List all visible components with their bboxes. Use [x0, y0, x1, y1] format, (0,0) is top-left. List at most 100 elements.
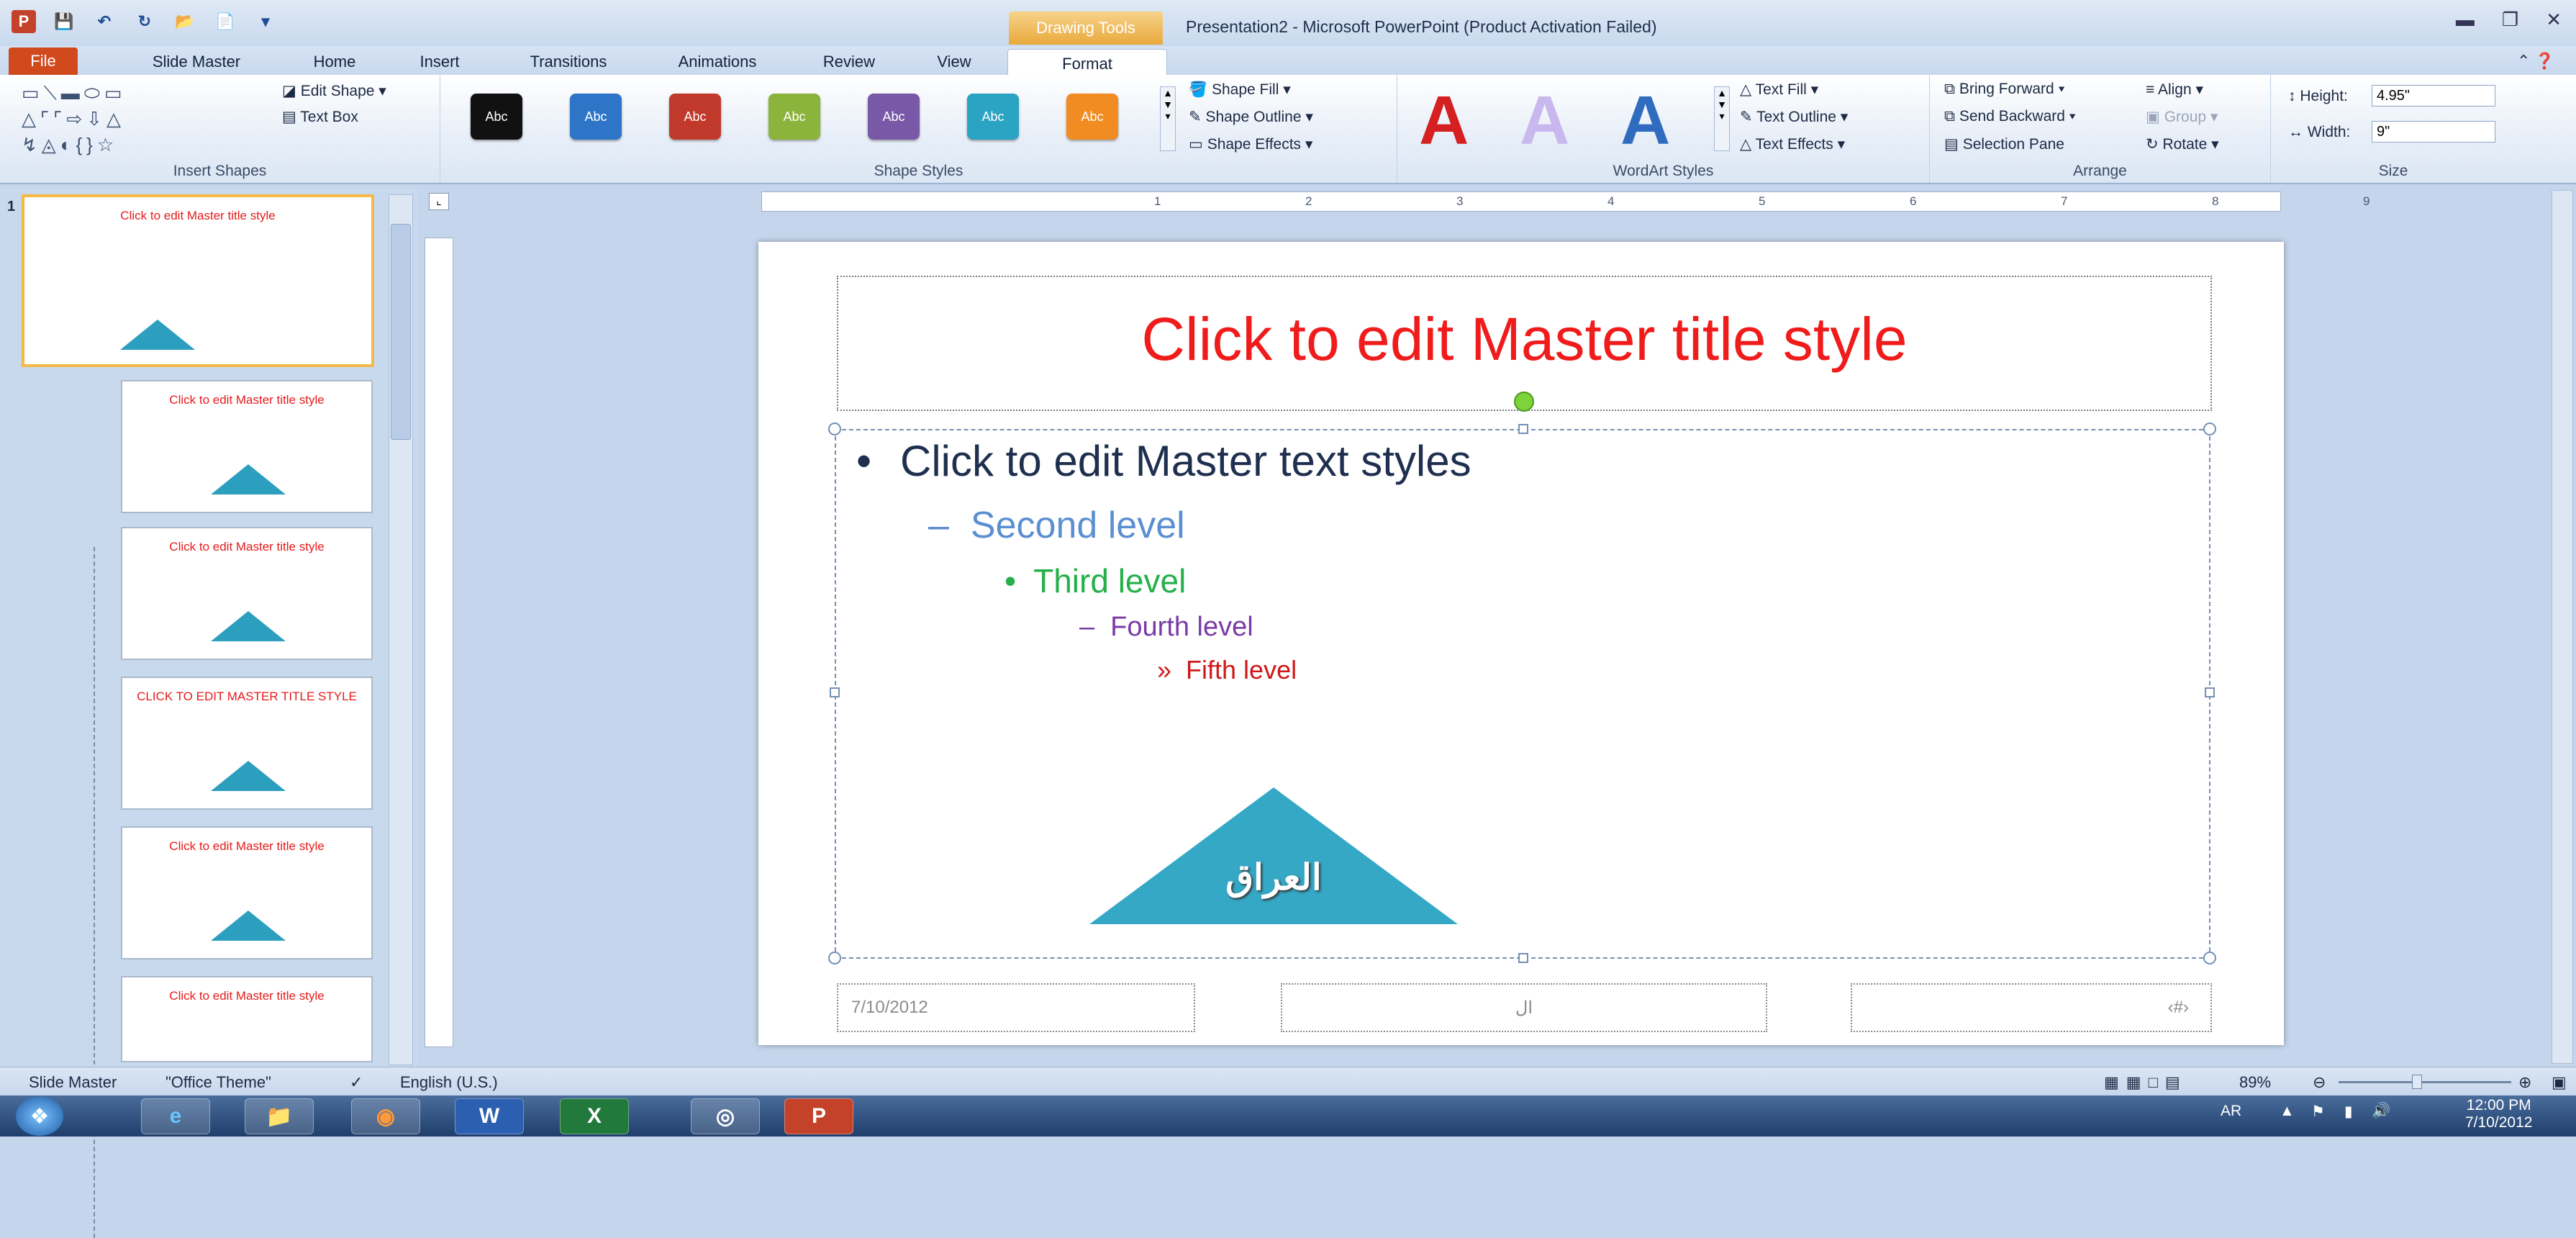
send-backward-button[interactable]: ⧉ Send Backward ▾: [1944, 108, 2076, 125]
wordart-style-sample[interactable]: A: [1520, 86, 1569, 155]
spell-check-icon[interactable]: ✓: [350, 1073, 363, 1092]
thumbnail-scroll-thumb[interactable]: [391, 224, 411, 440]
zoom-slider[interactable]: [2339, 1081, 2511, 1083]
tab-animations[interactable]: Animations: [656, 49, 779, 75]
excel-icon[interactable]: X: [560, 1098, 629, 1134]
slide-thumbnail[interactable]: Click to edit Master title style: [121, 527, 373, 660]
media-player-icon[interactable]: ◉: [351, 1098, 420, 1134]
selection-pane-button[interactable]: ▤ Selection Pane: [1944, 135, 2064, 153]
resize-handle-bottom[interactable]: [1518, 953, 1528, 963]
open-folder-icon[interactable]: 📂: [173, 10, 197, 33]
word-icon[interactable]: W: [455, 1098, 524, 1134]
height-input[interactable]: 4.95": [2372, 85, 2495, 107]
shape-style-swatch[interactable]: Abc: [967, 94, 1019, 140]
tab-review[interactable]: Review: [806, 49, 892, 75]
redo-icon[interactable]: ↻: [132, 10, 157, 33]
resize-handle-bottom-right[interactable]: [2203, 952, 2216, 964]
body-text-level[interactable]: • Third level: [1004, 561, 1186, 600]
triangle-shape-text[interactable]: العراق: [1089, 857, 1458, 898]
minimize-icon[interactable]: ▬: [2456, 9, 2475, 31]
footer-placeholder[interactable]: ال: [1281, 983, 1767, 1032]
resize-handle-right[interactable]: [2205, 687, 2215, 697]
text-box-button[interactable]: ▤ Text Box: [282, 108, 358, 126]
zoom-out-icon[interactable]: ⊖: [2313, 1073, 2326, 1092]
rotate-button[interactable]: ↻ Rotate ▾: [2146, 135, 2219, 153]
clock[interactable]: 12:00 PM 7/10/2012: [2465, 1097, 2532, 1131]
rotation-handle[interactable]: [1514, 392, 1534, 412]
shapes-row-3-icon[interactable]: ↯◬◐{}☆: [22, 134, 118, 156]
zoom-slider-thumb[interactable]: [2412, 1075, 2422, 1089]
view-buttons-icon[interactable]: ▦▦□▤: [2104, 1073, 2187, 1092]
restore-icon[interactable]: ❐: [2502, 9, 2518, 31]
shape-outline-button[interactable]: ✎ Shape Outline ▾: [1189, 108, 1313, 126]
help-icon[interactable]: ⌃ ❓: [2517, 52, 2554, 71]
body-text-level[interactable]: – Second level: [928, 504, 1185, 547]
shape-style-swatch[interactable]: Abc: [669, 94, 721, 140]
shapes-row-2-icon[interactable]: △⌜⌜⇨⇩△: [22, 108, 125, 130]
body-text-level[interactable]: • Click to edit Master text styles: [856, 436, 1471, 486]
internet-explorer-icon[interactable]: e: [141, 1098, 210, 1134]
status-language[interactable]: English (U.S.): [400, 1073, 498, 1092]
slide-thumbnail[interactable]: Click to edit Master title style: [121, 380, 373, 513]
volume-icon[interactable]: 🔊: [2372, 1103, 2390, 1120]
file-explorer-icon[interactable]: 📁: [245, 1098, 314, 1134]
powerpoint-logo-icon[interactable]: P: [12, 10, 36, 33]
shape-style-swatch[interactable]: Abc: [1066, 94, 1118, 140]
shape-fill-button[interactable]: 🪣 Shape Fill ▾: [1189, 81, 1291, 99]
shape-style-swatch[interactable]: Abc: [868, 94, 920, 140]
tab-transitions[interactable]: Transitions: [504, 49, 633, 75]
text-fill-button[interactable]: △ Text Fill ▾: [1740, 81, 1818, 99]
title-placeholder[interactable]: Click to edit Master title style: [837, 276, 2212, 411]
shape-style-swatch[interactable]: Abc: [471, 94, 522, 140]
slide-thumbnail[interactable]: Click to edit Master title style: [121, 976, 373, 1062]
status-theme[interactable]: "Office Theme": [165, 1073, 271, 1092]
shape-effects-button[interactable]: ▭ Shape Effects ▾: [1189, 135, 1312, 153]
new-document-icon[interactable]: 📄: [213, 10, 237, 33]
fit-window-icon[interactable]: ▣: [2552, 1073, 2567, 1092]
tab-slide-master[interactable]: Slide Master: [128, 49, 265, 75]
close-icon[interactable]: ✕: [2546, 9, 2562, 31]
date-placeholder[interactable]: 7/10/2012: [837, 983, 1195, 1032]
tab-file[interactable]: File: [9, 48, 78, 75]
text-outline-button[interactable]: ✎ Text Outline ▾: [1740, 108, 1848, 126]
align-button[interactable]: ≡ Align ▾: [2146, 81, 2203, 99]
slide-number-placeholder[interactable]: ‹#›: [1851, 983, 2212, 1032]
language-indicator[interactable]: AR: [2221, 1103, 2241, 1120]
powerpoint-taskbar-icon[interactable]: P: [784, 1098, 853, 1134]
wordart-style-sample[interactable]: A: [1620, 86, 1670, 155]
shape-style-swatch[interactable]: Abc: [768, 94, 820, 140]
network-icon[interactable]: ▮: [2344, 1103, 2353, 1121]
save-icon[interactable]: 💾: [52, 10, 76, 33]
wordart-scroll-icon[interactable]: ▲ ▼ ▾: [1714, 86, 1730, 151]
chrome-icon[interactable]: ◎: [691, 1098, 760, 1134]
resize-handle-top[interactable]: [1518, 424, 1528, 434]
resize-handle-top-left[interactable]: [828, 423, 841, 435]
triangle-shape[interactable]: [1089, 787, 1458, 924]
resize-handle-top-right[interactable]: [2203, 423, 2216, 435]
slide-thumbnail[interactable]: Click to edit Master title style: [22, 194, 374, 367]
zoom-in-icon[interactable]: ⊕: [2518, 1073, 2531, 1092]
undo-icon[interactable]: ↶: [92, 10, 117, 33]
bring-forward-button[interactable]: ⧉ Bring Forward ▾: [1944, 81, 2064, 98]
group-button[interactable]: ▣ Group ▾: [2146, 108, 2218, 126]
wordart-style-sample[interactable]: A: [1419, 86, 1469, 155]
width-input[interactable]: 9": [2372, 121, 2495, 143]
tray-arrow-icon[interactable]: ▲: [2280, 1103, 2295, 1120]
tab-home[interactable]: Home: [295, 49, 374, 75]
shapes-row-1-icon[interactable]: ▭⟍▬⬭▭: [22, 82, 127, 105]
editor-scrollbar[interactable]: [2552, 190, 2573, 1064]
edit-shape-button[interactable]: ◪ Edit Shape ▾: [282, 82, 386, 100]
resize-handle-left[interactable]: [830, 687, 840, 697]
body-text-level[interactable]: – Fourth level: [1079, 612, 1253, 643]
resize-handle-bottom-left[interactable]: [828, 952, 841, 964]
tab-stop-selector-icon[interactable]: ⌞: [429, 193, 449, 210]
slide-title[interactable]: Click to edit Master title style: [838, 304, 2210, 374]
tab-view[interactable]: View: [918, 49, 990, 75]
slide-thumbnail[interactable]: CLICK TO EDIT MASTER TITLE STYLE: [121, 677, 373, 810]
zoom-level[interactable]: 89%: [2239, 1073, 2271, 1092]
action-center-flag-icon[interactable]: ⚑: [2311, 1103, 2325, 1121]
shape-style-swatch[interactable]: Abc: [570, 94, 622, 140]
tab-format[interactable]: Format: [1007, 49, 1167, 78]
customize-toolbar-icon[interactable]: ▾: [253, 10, 278, 33]
body-text-level[interactable]: » Fifth level: [1157, 655, 1297, 685]
